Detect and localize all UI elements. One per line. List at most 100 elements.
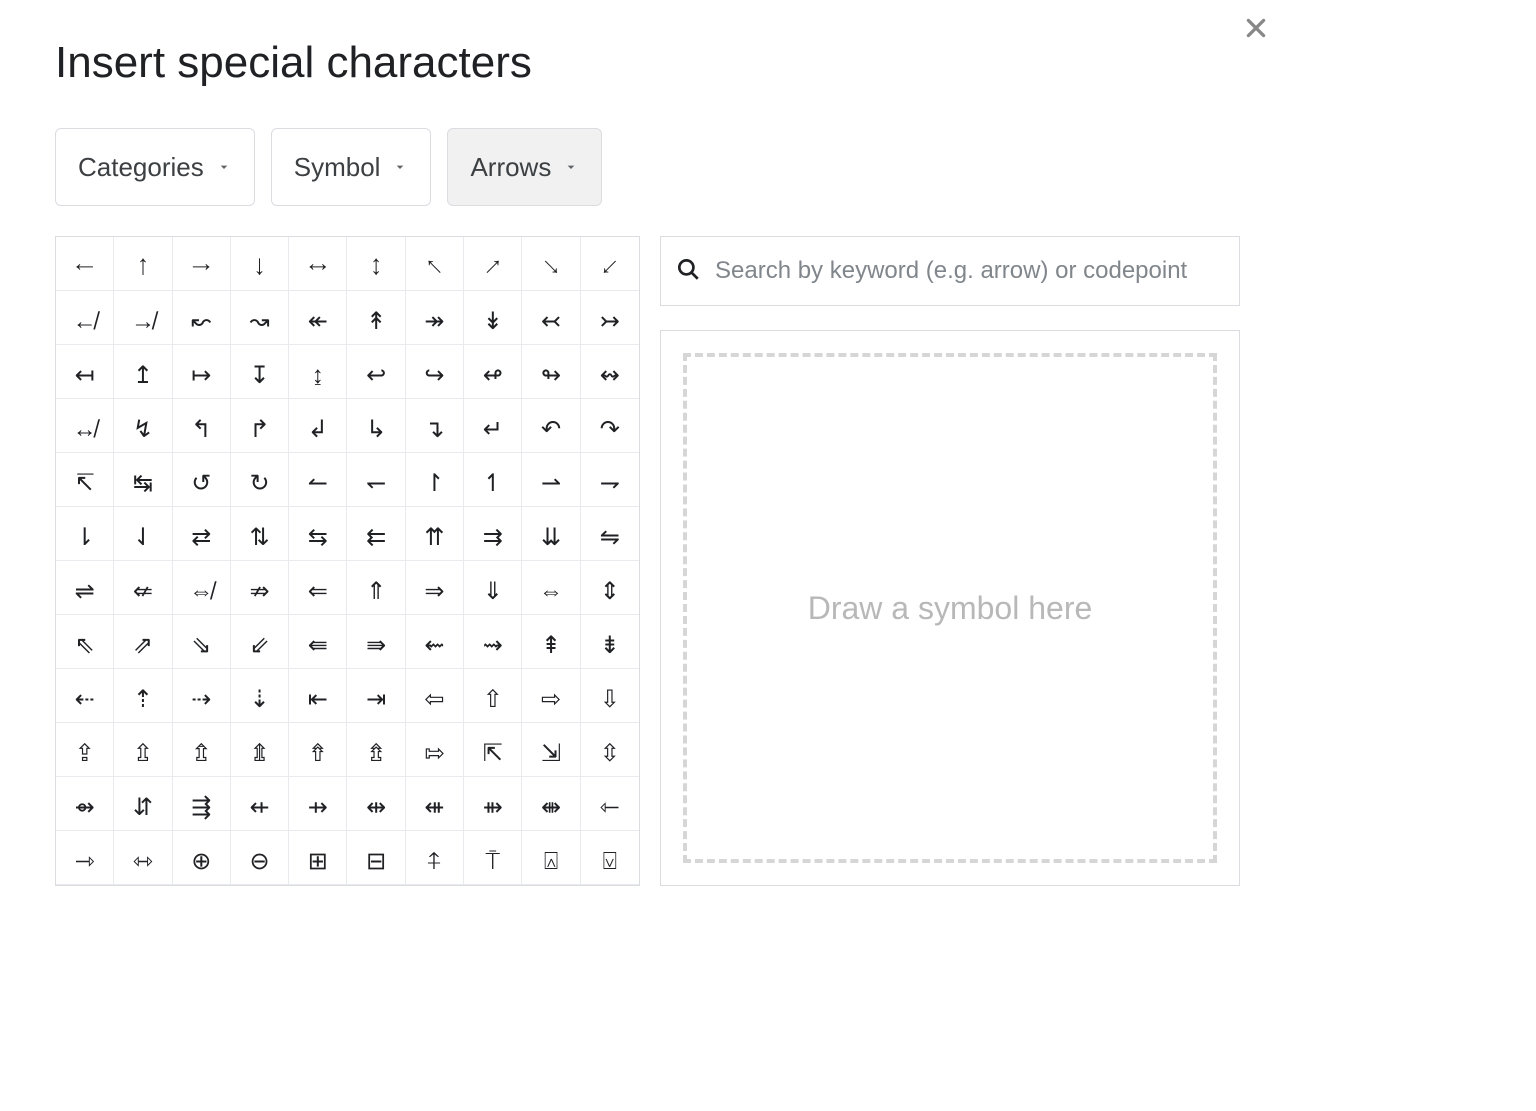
character-cell[interactable]: ⇼ bbox=[522, 777, 580, 831]
character-cell[interactable]: ↿ bbox=[464, 453, 522, 507]
character-cell[interactable]: ⇒ bbox=[406, 561, 464, 615]
character-cell[interactable]: ↵ bbox=[464, 399, 522, 453]
character-cell[interactable]: ↓ bbox=[231, 237, 289, 291]
character-cell[interactable]: ↚ bbox=[56, 291, 114, 345]
character-cell[interactable]: ⇫ bbox=[114, 723, 172, 777]
character-cell[interactable]: ⇥ bbox=[347, 669, 405, 723]
character-cell[interactable]: ⊞ bbox=[289, 831, 347, 885]
character-cell[interactable]: ⇕ bbox=[581, 561, 639, 615]
character-cell[interactable]: ⇑ bbox=[347, 561, 405, 615]
character-cell[interactable]: ↦ bbox=[173, 345, 231, 399]
character-cell[interactable]: ⇅ bbox=[231, 507, 289, 561]
character-cell[interactable]: ⇎ bbox=[173, 561, 231, 615]
character-cell[interactable]: ↾ bbox=[406, 453, 464, 507]
character-cell[interactable]: ↣ bbox=[581, 291, 639, 345]
character-cell[interactable]: ↬ bbox=[522, 345, 580, 399]
character-cell[interactable]: ↲ bbox=[289, 399, 347, 453]
character-cell[interactable]: ⇹ bbox=[347, 777, 405, 831]
character-cell[interactable]: ↽ bbox=[347, 453, 405, 507]
character-cell[interactable]: ⇩ bbox=[581, 669, 639, 723]
character-cell[interactable]: ↕ bbox=[347, 237, 405, 291]
character-cell[interactable]: ↼ bbox=[289, 453, 347, 507]
character-cell[interactable]: ⇪ bbox=[56, 723, 114, 777]
character-cell[interactable]: ↤ bbox=[56, 345, 114, 399]
close-button[interactable] bbox=[1232, 6, 1280, 54]
character-cell[interactable]: ↖ bbox=[406, 237, 464, 291]
character-cell[interactable]: ⇄ bbox=[173, 507, 231, 561]
character-cell[interactable]: ↱ bbox=[231, 399, 289, 453]
character-cell[interactable]: ⇶ bbox=[173, 777, 231, 831]
character-cell[interactable]: ↮ bbox=[56, 399, 114, 453]
character-cell[interactable]: ⇯ bbox=[347, 723, 405, 777]
character-cell[interactable]: ⊟ bbox=[347, 831, 405, 885]
character-cell[interactable]: ⇖ bbox=[56, 615, 114, 669]
character-cell[interactable]: ⇟ bbox=[581, 615, 639, 669]
character-cell[interactable]: ⇘ bbox=[173, 615, 231, 669]
draw-canvas[interactable]: Draw a symbol here bbox=[683, 353, 1217, 863]
character-cell[interactable]: ↝ bbox=[231, 291, 289, 345]
character-cell[interactable]: ↯ bbox=[114, 399, 172, 453]
character-cell[interactable]: ⇌ bbox=[56, 561, 114, 615]
character-cell[interactable]: ⇙ bbox=[231, 615, 289, 669]
character-cell[interactable]: ⊖ bbox=[231, 831, 289, 885]
character-cell[interactable]: ⇗ bbox=[114, 615, 172, 669]
character-cell[interactable]: ⇺ bbox=[406, 777, 464, 831]
character-cell[interactable]: ⇴ bbox=[56, 777, 114, 831]
character-cell[interactable]: ⇻ bbox=[464, 777, 522, 831]
character-cell[interactable]: ⇱ bbox=[464, 723, 522, 777]
character-cell[interactable]: ↨ bbox=[289, 345, 347, 399]
character-cell[interactable]: ↪ bbox=[406, 345, 464, 399]
character-cell[interactable]: ⇃ bbox=[114, 507, 172, 561]
character-cell[interactable]: ⇬ bbox=[173, 723, 231, 777]
character-grid-scroll[interactable]: ←↑→↓↔↕↖↗↘↙↚↛↜↝↞↟↠↡↢↣↤↥↦↧↨↩↪↫↬↭↮↯↰↱↲↳↴↵↶↷… bbox=[56, 237, 639, 885]
character-cell[interactable]: ⇭ bbox=[231, 723, 289, 777]
character-cell[interactable]: ⇤ bbox=[289, 669, 347, 723]
character-cell[interactable]: ⇓ bbox=[464, 561, 522, 615]
character-cell[interactable]: ↑ bbox=[114, 237, 172, 291]
symbol-dropdown[interactable]: Symbol bbox=[271, 128, 432, 206]
character-cell[interactable]: ↫ bbox=[464, 345, 522, 399]
character-cell[interactable]: ⇞ bbox=[522, 615, 580, 669]
arrows-dropdown[interactable]: Arrows bbox=[447, 128, 602, 206]
character-cell[interactable]: ⇣ bbox=[231, 669, 289, 723]
character-cell[interactable]: ⍓ bbox=[522, 831, 580, 885]
character-cell[interactable]: ↡ bbox=[464, 291, 522, 345]
character-cell[interactable]: ⇳ bbox=[581, 723, 639, 777]
character-cell[interactable]: ⇍ bbox=[114, 561, 172, 615]
character-cell[interactable]: ⇮ bbox=[289, 723, 347, 777]
character-cell[interactable]: ↘ bbox=[522, 237, 580, 291]
character-cell[interactable]: ↩ bbox=[347, 345, 405, 399]
character-cell[interactable]: ⇚ bbox=[289, 615, 347, 669]
character-cell[interactable]: ↻ bbox=[231, 453, 289, 507]
character-cell[interactable]: ⇦ bbox=[406, 669, 464, 723]
character-cell[interactable]: ⇏ bbox=[231, 561, 289, 615]
character-cell[interactable]: ⇛ bbox=[347, 615, 405, 669]
character-cell[interactable]: ⇨ bbox=[522, 669, 580, 723]
character-cell[interactable]: ↠ bbox=[406, 291, 464, 345]
character-cell[interactable]: ⇔ bbox=[522, 561, 580, 615]
character-cell[interactable]: ⇠ bbox=[56, 669, 114, 723]
character-cell[interactable]: ⇇ bbox=[347, 507, 405, 561]
character-cell[interactable]: ⇂ bbox=[56, 507, 114, 561]
character-cell[interactable]: ⇢ bbox=[173, 669, 231, 723]
character-cell[interactable]: ↞ bbox=[289, 291, 347, 345]
search-box[interactable] bbox=[660, 236, 1240, 306]
character-cell[interactable]: ↧ bbox=[231, 345, 289, 399]
character-cell[interactable]: ⇝ bbox=[464, 615, 522, 669]
character-cell[interactable]: ↷ bbox=[581, 399, 639, 453]
character-cell[interactable]: ↶ bbox=[522, 399, 580, 453]
character-cell[interactable]: ↙ bbox=[581, 237, 639, 291]
character-cell[interactable]: ⇉ bbox=[464, 507, 522, 561]
character-cell[interactable]: ↟ bbox=[347, 291, 405, 345]
character-cell[interactable]: ⇲ bbox=[522, 723, 580, 777]
character-cell[interactable]: ⇊ bbox=[522, 507, 580, 561]
character-cell[interactable]: ⇁ bbox=[581, 453, 639, 507]
character-cell[interactable]: ↳ bbox=[347, 399, 405, 453]
character-cell[interactable]: ⍑ bbox=[464, 831, 522, 885]
character-cell[interactable]: ⇈ bbox=[406, 507, 464, 561]
character-cell[interactable]: ⇀ bbox=[522, 453, 580, 507]
character-cell[interactable]: ↛ bbox=[114, 291, 172, 345]
character-cell[interactable]: ⍏ bbox=[406, 831, 464, 885]
character-cell[interactable]: ⇷ bbox=[231, 777, 289, 831]
character-cell[interactable]: ⇐ bbox=[289, 561, 347, 615]
